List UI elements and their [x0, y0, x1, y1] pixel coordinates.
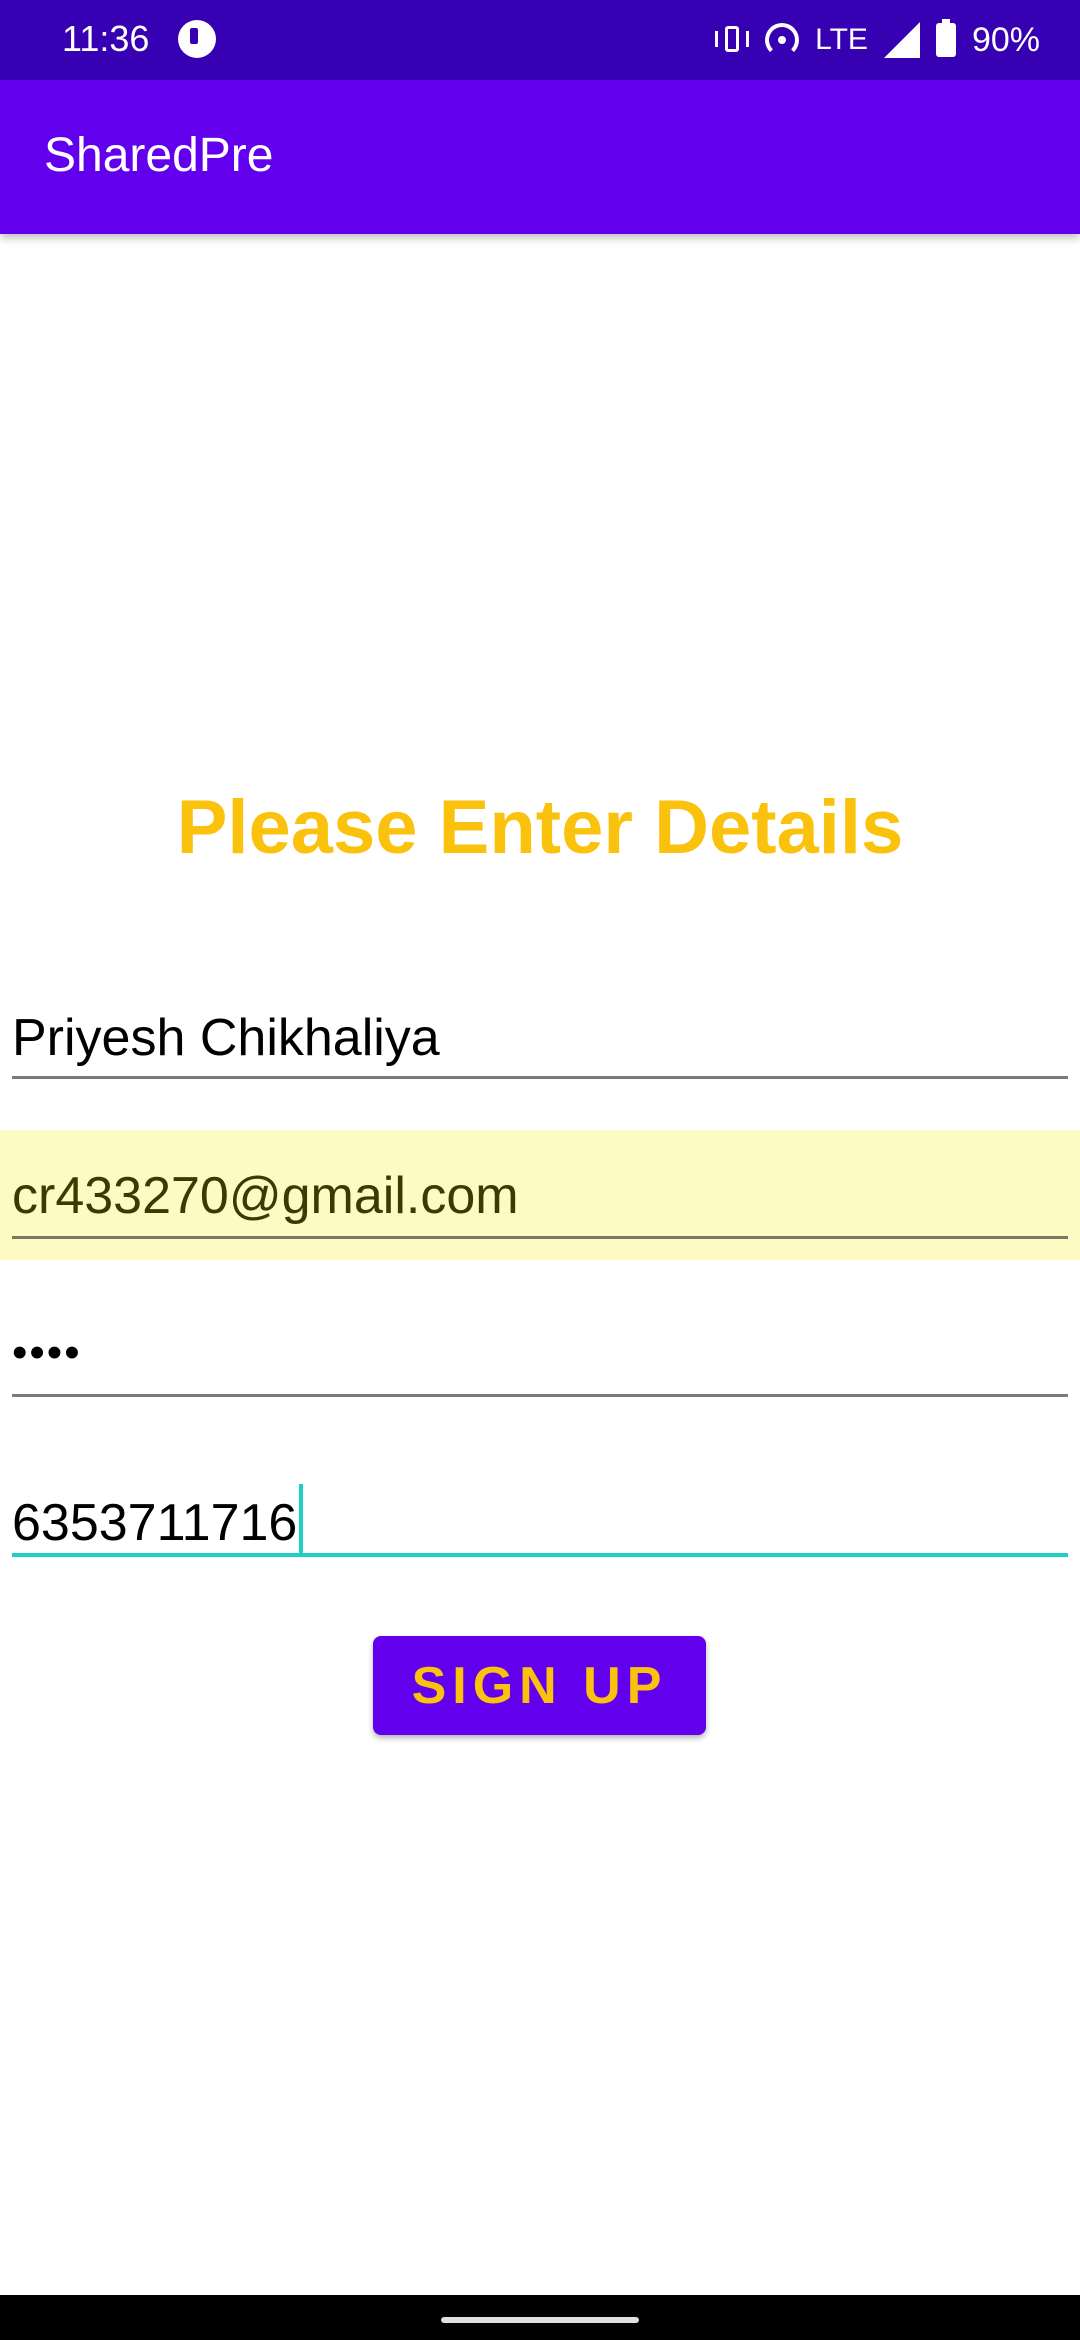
phone-field-underline	[12, 1553, 1068, 1557]
email-input-value[interactable]: cr433270@gmail.com	[12, 1166, 519, 1226]
battery-percentage: 90%	[971, 20, 1040, 59]
form-heading: Please Enter Details	[176, 785, 904, 870]
name-input-value[interactable]: Priyesh Chikhaliya	[12, 1008, 440, 1068]
app-notification-icon	[178, 20, 216, 58]
app-title: SharedPre	[44, 129, 274, 182]
password-field[interactable]: ••••	[0, 1300, 1080, 1400]
vibrate-icon	[715, 23, 750, 57]
email-field-underline	[12, 1236, 1068, 1239]
sign-up-button[interactable]: SIGN UP	[373, 1636, 706, 1735]
name-field[interactable]: Priyesh Chikhaliya	[0, 990, 1080, 1090]
battery-icon	[935, 19, 956, 57]
signal-icon	[883, 22, 920, 58]
status-time: 11:36	[62, 18, 150, 59]
network-type-label: LTE	[815, 23, 868, 56]
phone-field[interactable]: 6353711716	[0, 1460, 1080, 1560]
password-input-value[interactable]: ••••	[12, 1328, 82, 1378]
home-gesture-handle[interactable]	[441, 2317, 639, 2323]
navigation-bar	[0, 2295, 1080, 2340]
name-field-underline	[12, 1076, 1068, 1079]
hotspot-icon	[765, 23, 800, 57]
status-icons: LTE 90%	[715, 18, 1040, 62]
phone-input-value[interactable]: 6353711716	[12, 1494, 297, 1552]
phone-input-wrapper[interactable]: 6353711716	[12, 1484, 304, 1554]
password-field-underline	[12, 1394, 1068, 1397]
email-field[interactable]: cr433270@gmail.com	[0, 1130, 1080, 1260]
app-bar: SharedPre	[0, 80, 1080, 234]
text-cursor	[299, 1484, 304, 1554]
status-bar: 11:36 LTE 90%	[0, 0, 1080, 80]
